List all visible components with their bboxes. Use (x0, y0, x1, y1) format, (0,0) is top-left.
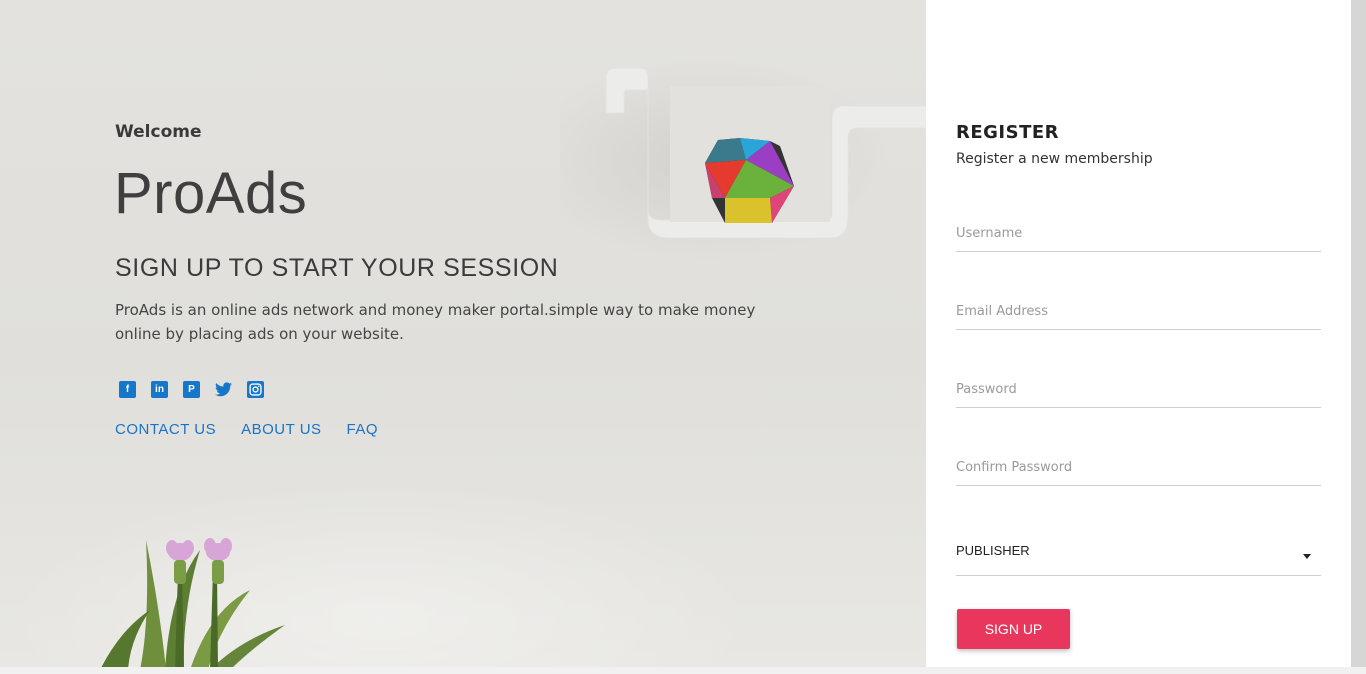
password-input[interactable] (956, 372, 1321, 407)
email-field-wrapper (956, 294, 1321, 330)
contact-us-link[interactable]: CONTACT US (115, 421, 216, 438)
faq-link[interactable]: FAQ (347, 421, 379, 438)
plant-illustration (101, 538, 285, 667)
password-field-wrapper (956, 372, 1321, 408)
register-panel: REGISTER Register a new membership PUBLI… (926, 0, 1351, 667)
instagram-icon[interactable] (247, 381, 264, 398)
account-type-value: PUBLISHER (956, 543, 1030, 558)
username-field-wrapper (956, 216, 1321, 252)
sign-up-button[interactable]: SIGN UP (957, 609, 1070, 649)
register-title: REGISTER (956, 122, 1060, 143)
welcome-label: Welcome (115, 122, 202, 142)
social-links: f in P (119, 381, 264, 398)
confirm-password-input[interactable] (956, 450, 1321, 485)
about-us-link[interactable]: ABOUT US (241, 421, 321, 438)
facebook-icon[interactable]: f (119, 381, 136, 398)
linkedin-icon[interactable]: in (151, 381, 168, 398)
footer-links: CONTACT US ABOUT US FAQ (115, 421, 378, 438)
brand-description: ProAds is an online ads network and mone… (115, 301, 756, 343)
brand-title: ProAds (114, 161, 308, 226)
scrollbar[interactable] (1351, 0, 1366, 674)
shelf-illustration (605, 68, 926, 239)
pinterest-icon[interactable]: P (183, 381, 200, 398)
caret-down-icon (1303, 554, 1311, 559)
register-subtitle: Register a new membership (956, 151, 1153, 167)
account-type-select[interactable]: PUBLISHER (956, 536, 1321, 576)
email-input[interactable] (956, 294, 1321, 329)
twitter-icon[interactable] (215, 381, 232, 398)
username-input[interactable] (956, 216, 1321, 251)
hero-section: Welcome ProAds SIGN UP TO START YOUR SES… (0, 0, 926, 667)
confirm-password-field-wrapper (956, 450, 1321, 486)
bottom-edge (0, 667, 1366, 674)
page-headline: SIGN UP TO START YOUR SESSION (115, 254, 559, 282)
